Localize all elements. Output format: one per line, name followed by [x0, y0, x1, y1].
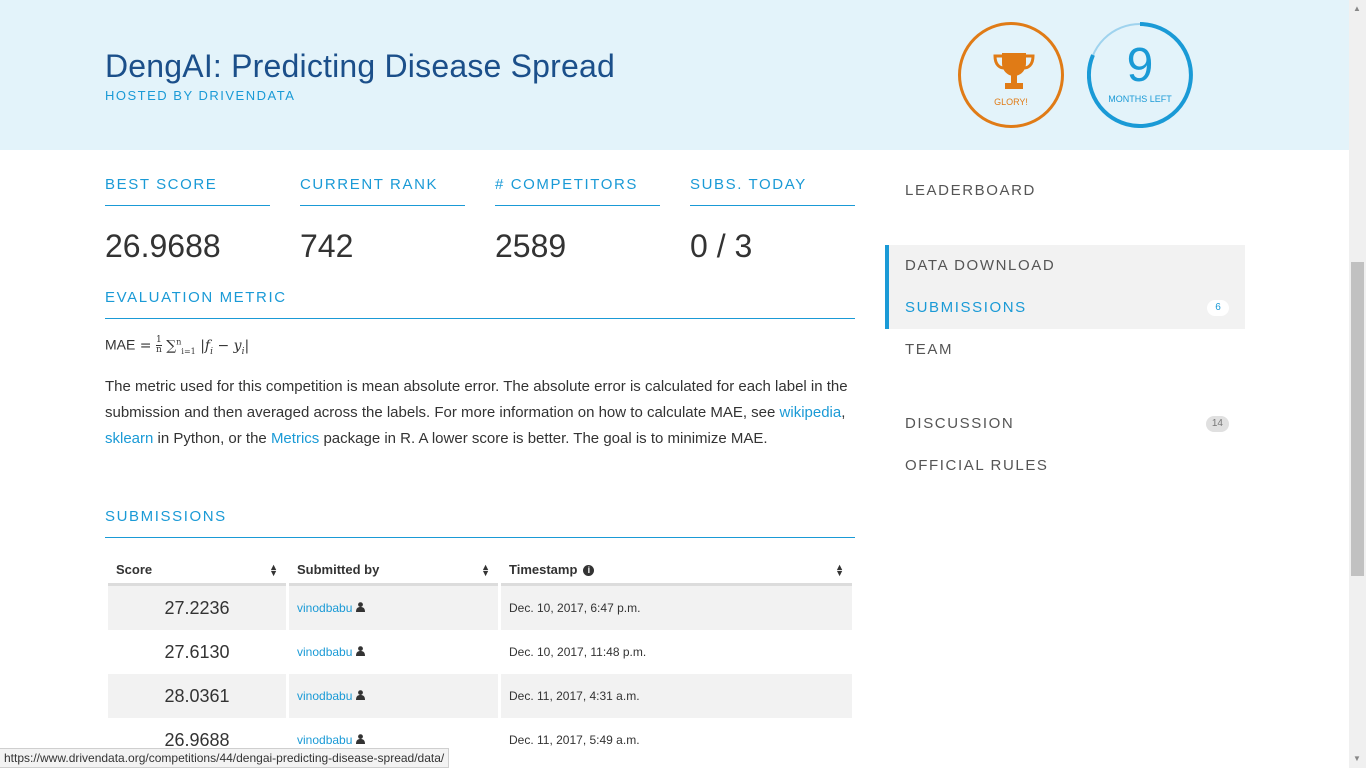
discussion-count-badge: 14 — [1205, 416, 1229, 432]
competition-sidenav: LEADERBOARD DATA DOWNLOAD SUBMISSIONS 6 … — [885, 170, 1245, 487]
table-row: 27.2236 vinodbabu Dec. 10, 2017, 6:47 p.… — [108, 586, 852, 630]
formula-prefix: MAE — [105, 336, 136, 353]
user-link[interactable]: vinodbabu — [297, 645, 352, 659]
wikipedia-link[interactable]: wikipedia — [780, 404, 842, 421]
stat-label: SUBS. TODAY — [690, 176, 855, 206]
stat-label: # COMPETITORS — [495, 176, 660, 206]
stat-competitors: # COMPETITORS 2589 — [495, 176, 660, 265]
nav-team[interactable]: TEAM — [885, 329, 1245, 371]
table-row: 28.0361 vinodbabu Dec. 11, 2017, 4:31 a.… — [108, 674, 852, 718]
hosted-by-label: HOSTED BY DRIVENDATA — [105, 88, 296, 103]
competition-header: DengAI: Predicting Disease Spread HOSTED… — [0, 0, 1349, 150]
timestamp-cell: Dec. 11, 2017, 5:49 a.m. — [509, 733, 640, 747]
sort-icon: ▲ ▼ — [269, 562, 278, 578]
table-row: 27.6130 vinodbabu Dec. 10, 2017, 11:48 p… — [108, 630, 852, 674]
submitted-by-cell: vinodbabu — [289, 674, 498, 718]
timestamp-cell: Dec. 10, 2017, 6:47 p.m. — [501, 586, 852, 630]
scroll-down-icon[interactable]: ▼ — [1353, 754, 1361, 763]
sort-icon: ▲ ▼ — [835, 562, 844, 578]
vertical-scrollbar[interactable]: ▲ ▼ — [1349, 0, 1366, 768]
metrics-link[interactable]: Metrics — [271, 430, 319, 447]
stat-value: 742 — [300, 228, 354, 264]
info-icon[interactable]: i — [583, 565, 595, 577]
glory-badge: GLORY! — [958, 22, 1064, 128]
stat-label: BEST SCORE — [105, 176, 270, 206]
submissions-table: Score ▲ ▼ Submitted by ▲ ▼ Timestamp i ▲ ▼ 27.2… — [105, 556, 855, 762]
months-left-label: MONTHS LEFT — [1108, 94, 1172, 104]
formula-body: = 1n ∑ni=1 |fi − yi| — [139, 335, 250, 357]
nav-discussion-label: DISCUSSION — [905, 415, 1015, 432]
stat-current-rank: CURRENT RANK 742 — [300, 176, 465, 265]
stat-best-score: BEST SCORE 26.9688 — [105, 176, 270, 265]
nav-active-group: DATA DOWNLOAD SUBMISSIONS 6 — [885, 245, 1245, 329]
scrollbar-thumb[interactable] — [1351, 262, 1364, 576]
metric-description: The metric used for this competition is … — [105, 378, 848, 447]
user-icon — [355, 734, 365, 744]
nav-submissions-label: SUBMISSIONS — [905, 299, 1027, 316]
nav-leaderboard[interactable]: LEADERBOARD — [885, 170, 1245, 212]
nav-discussion[interactable]: DISCUSSION 14 — [885, 403, 1245, 445]
score-cell: 28.0361 — [108, 674, 286, 718]
stat-label: CURRENT RANK — [300, 176, 465, 206]
score-cell: 27.6130 — [164, 641, 230, 662]
nav-submissions[interactable]: SUBMISSIONS 6 — [889, 287, 1245, 329]
score-cell: 27.2236 — [108, 586, 286, 630]
trophy-icon — [993, 53, 1035, 89]
submitted-by-cell: vinodbabu — [289, 586, 498, 630]
column-header-score[interactable]: Score ▲ ▼ — [108, 556, 286, 586]
submissions-count-badge: 6 — [1207, 300, 1229, 316]
user-icon — [355, 602, 365, 612]
glory-label: GLORY! — [994, 97, 1028, 107]
timestamp-cell: Dec. 10, 2017, 11:48 p.m. — [509, 645, 647, 659]
sklearn-link[interactable]: sklearn — [105, 430, 153, 447]
stat-value: 26.9688 — [105, 228, 221, 264]
user-icon — [355, 646, 365, 656]
stat-subs-today: SUBS. TODAY 0 / 3 — [690, 176, 855, 265]
column-header-timestamp[interactable]: Timestamp i ▲ ▼ — [501, 556, 852, 586]
mae-formula: MAE = 1n ∑ni=1 |fi − yi| — [105, 335, 250, 357]
evaluation-metric-heading: EVALUATION METRIC — [105, 289, 855, 319]
scroll-up-icon[interactable]: ▲ — [1353, 4, 1361, 13]
submitted-by-cell: vinodbabu — [289, 630, 498, 674]
user-link[interactable]: vinodbabu — [297, 733, 352, 747]
submissions-heading: SUBMISSIONS — [105, 508, 855, 538]
link-status-bar: https://www.drivendata.org/competitions/… — [0, 748, 450, 768]
user-link[interactable]: vinodbabu — [297, 689, 352, 703]
months-left-badge: 9 MONTHS LEFT — [1087, 22, 1193, 128]
user-link[interactable]: vinodbabu — [297, 601, 352, 615]
sort-icon: ▲ ▼ — [481, 562, 490, 578]
user-icon — [355, 690, 365, 700]
nav-data-download[interactable]: DATA DOWNLOAD — [889, 245, 1245, 287]
stat-value: 0 / 3 — [690, 228, 753, 264]
page-title: DengAI: Predicting Disease Spread — [105, 48, 615, 84]
months-left-value: 9 — [1126, 39, 1154, 92]
column-header-submitted-by[interactable]: Submitted by ▲ ▼ — [289, 556, 498, 586]
timestamp-cell: Dec. 11, 2017, 4:31 a.m. — [501, 674, 852, 718]
nav-official-rules[interactable]: OFFICIAL RULES — [885, 445, 1245, 487]
stat-value: 2589 — [495, 228, 567, 264]
